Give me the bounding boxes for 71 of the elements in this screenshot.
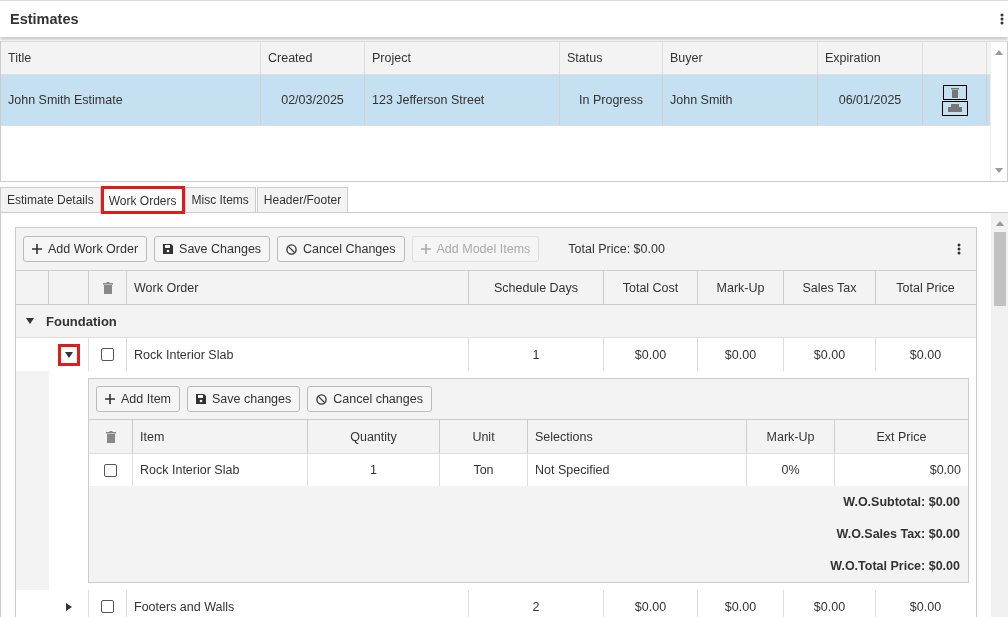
collapse-arrow-icon[interactable] bbox=[26, 317, 34, 325]
save-icon bbox=[196, 394, 207, 404]
column-header[interactable]: Mark-Up bbox=[698, 271, 784, 304]
summary-total: W.O.Total Price: $0.00 bbox=[830, 559, 960, 573]
tab[interactable]: Misc Items bbox=[184, 187, 256, 212]
checkbox[interactable] bbox=[104, 463, 117, 477]
column-header[interactable]: Sales Tax bbox=[784, 271, 876, 304]
table-cell: 06/01/2025 bbox=[818, 75, 923, 125]
column-header[interactable]: Expiration bbox=[818, 42, 923, 74]
toolbar-button[interactable]: Save Changes bbox=[154, 236, 271, 262]
column-header[interactable]: Quantity bbox=[308, 420, 440, 453]
estimate-row[interactable]: John Smith Estimate 02/03/2025 123 Jefferson Street In Progress John Smith 06/01/2025 bbox=[1, 75, 990, 126]
column-header[interactable]: Total Price bbox=[876, 271, 975, 304]
table-cell: 123 Jefferson Street bbox=[365, 75, 560, 125]
scrollbar[interactable] bbox=[991, 213, 1008, 617]
table-cell: 02/03/2025 bbox=[261, 75, 365, 125]
tab[interactable]: Header/Footer bbox=[256, 187, 349, 212]
plus-icon bbox=[105, 394, 115, 404]
expand-toggle[interactable] bbox=[57, 343, 80, 366]
tab[interactable]: Estimate Details bbox=[0, 187, 101, 212]
plus-icon bbox=[420, 244, 431, 254]
scroll-down-icon[interactable] bbox=[995, 168, 1003, 173]
page-title: Estimates bbox=[10, 11, 79, 27]
more-options-icon[interactable] bbox=[957, 243, 961, 255]
checkbox[interactable] bbox=[101, 348, 114, 361]
toolbar-button[interactable]: Cancel Changes bbox=[277, 236, 405, 262]
toolbar-button[interactable]: Save changes bbox=[187, 386, 301, 412]
column-header[interactable]: Unit bbox=[440, 420, 528, 453]
column-header[interactable]: Created bbox=[261, 42, 365, 74]
column-header[interactable]: Project bbox=[365, 42, 560, 74]
total-price: Total Price: $0.00 bbox=[568, 242, 665, 256]
column-header[interactable]: Selections bbox=[528, 420, 747, 453]
column-header[interactable]: Mark-Up bbox=[747, 420, 835, 453]
scroll-thumb[interactable] bbox=[994, 232, 1006, 306]
cancel-icon bbox=[316, 393, 328, 405]
table-cell: Rock Interior Slab bbox=[133, 454, 308, 486]
table-cell: 0% bbox=[747, 454, 835, 486]
trash-icon[interactable] bbox=[102, 281, 113, 294]
plus-icon bbox=[32, 244, 42, 254]
table-cell: 1 bbox=[308, 454, 440, 486]
table-cell: John Smith Estimate bbox=[1, 75, 261, 125]
column-header[interactable]: Ext Price bbox=[835, 420, 968, 453]
tab[interactable]: Work Orders bbox=[101, 187, 184, 213]
column-header[interactable]: Work Order bbox=[127, 271, 469, 304]
caret-icon bbox=[64, 602, 73, 611]
toolbar-button[interactable]: Add Item bbox=[96, 386, 181, 412]
more-options-icon[interactable] bbox=[1000, 13, 1004, 25]
column-header[interactable]: Status bbox=[560, 42, 663, 74]
toolbar-button[interactable]: Cancel changes bbox=[307, 386, 432, 412]
trash-icon[interactable] bbox=[105, 430, 116, 443]
column-header[interactable]: Total Cost bbox=[604, 271, 698, 304]
table-cell: In Progress bbox=[560, 75, 663, 125]
column-header[interactable]: Item bbox=[133, 420, 308, 453]
table-cell: John Smith bbox=[663, 75, 818, 125]
table-cell-text: $0.00 bbox=[928, 462, 962, 479]
toolbar-button[interactable]: Add Work Order bbox=[23, 236, 148, 262]
caret-icon bbox=[64, 350, 73, 359]
print-button[interactable] bbox=[941, 100, 968, 116]
column-header[interactable]: Buyer bbox=[663, 42, 818, 74]
column-header[interactable]: Title bbox=[1, 42, 261, 74]
checkbox[interactable] bbox=[101, 600, 114, 613]
summary-total: W.O.Sales Tax: $0.00 bbox=[836, 527, 960, 541]
cancel-icon bbox=[286, 243, 298, 255]
group-title: Foundation bbox=[46, 313, 117, 329]
save-icon bbox=[163, 244, 174, 254]
table-cell: Ton bbox=[440, 454, 528, 486]
delete-button[interactable] bbox=[942, 84, 967, 100]
column-header[interactable]: Schedule Days bbox=[469, 271, 604, 304]
scroll-up-icon[interactable] bbox=[995, 50, 1003, 55]
summary-total: W.O.Subtotal: $0.00 bbox=[843, 495, 960, 509]
table-cell: Not Specified bbox=[528, 454, 747, 486]
